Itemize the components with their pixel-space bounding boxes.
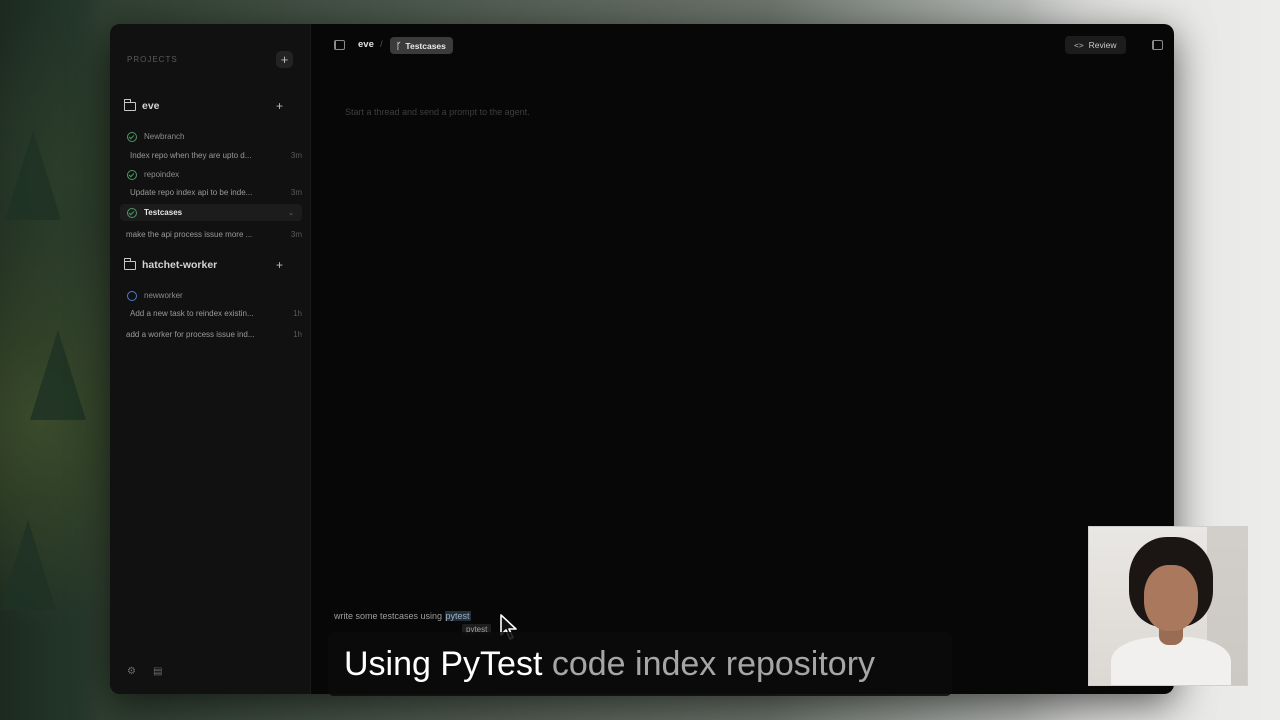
breadcrumb-project[interactable]: eve	[358, 39, 374, 50]
branch-name: Newbranch	[144, 132, 185, 141]
toggle-sidebar-icon[interactable]	[334, 40, 345, 50]
toggle-panel-icon[interactable]	[1152, 40, 1163, 50]
thread-time: 3m	[290, 230, 302, 239]
thread-title: Update repo index api to be inde...	[130, 188, 253, 197]
branch-item-repoindex[interactable]: repoindex	[120, 166, 302, 183]
add-branch-button[interactable]: +	[276, 258, 283, 272]
background-tree	[30, 330, 86, 420]
breadcrumb-branch-tag[interactable]: ᚴ Testcases	[390, 37, 453, 54]
thread-item[interactable]: Add a new task to reindex existin... 1h	[130, 309, 302, 318]
thread-time: 1h	[293, 330, 302, 339]
chevron-down-icon[interactable]: ⌄	[288, 209, 294, 217]
empty-thread-message: Start a thread and send a prompt to the …	[345, 107, 530, 117]
thread-title: make the api process issue more ...	[126, 230, 253, 239]
prompt-input[interactable]: write some testcases using pytest	[334, 611, 471, 621]
thread-item[interactable]: Update repo index api to be inde... 3m	[130, 188, 302, 197]
thread-item[interactable]: make the api process issue more ... 3m	[126, 230, 302, 239]
code-icon: <>	[1074, 40, 1084, 50]
check-circle-icon	[127, 131, 137, 142]
branch-tag-label: Testcases	[405, 40, 446, 51]
review-button[interactable]: <> Review	[1065, 36, 1126, 54]
thread-item[interactable]: add a worker for process issue ind... 1h	[126, 330, 302, 339]
thread-time: 3m	[290, 188, 302, 197]
thread-title: Add a new task to reindex existin...	[130, 309, 254, 318]
thread-item[interactable]: Index repo when they are upto d... 3m	[130, 151, 302, 160]
caption-rest: code index repository	[542, 644, 876, 683]
folder-icon	[123, 257, 136, 270]
project-name: eve	[142, 100, 160, 112]
branch-name: Testcases	[144, 208, 183, 217]
project-name: hatchet-worker	[142, 259, 218, 271]
open-circle-icon	[127, 290, 137, 301]
archive-icon[interactable]: ▤	[153, 666, 162, 677]
review-label: Review	[1088, 40, 1117, 50]
video-caption: Using PyTest code index repository	[328, 632, 952, 696]
caption-highlight: Using PyTest	[344, 644, 543, 683]
add-project-button[interactable]: +	[276, 51, 293, 68]
thread-title: Index repo when they are upto d...	[130, 151, 252, 160]
thread-time: 3m	[290, 151, 302, 160]
project-eve[interactable]: eve	[123, 98, 160, 112]
webcam-overlay	[1088, 526, 1248, 686]
folder-icon	[123, 98, 136, 111]
check-circle-icon	[127, 207, 137, 218]
webcam-person-face	[1144, 565, 1198, 631]
branch-item-newworker[interactable]: newworker	[120, 287, 302, 304]
sidebar: PROJECTS + eve + Newbranch Index repo wh…	[110, 24, 311, 694]
project-hatchet-worker[interactable]: hatchet-worker	[123, 257, 218, 271]
app-window: PROJECTS + eve + Newbranch Index repo wh…	[110, 24, 1174, 694]
projects-header: PROJECTS	[127, 55, 178, 64]
thread-time: 1h	[293, 309, 302, 318]
git-branch-icon: ᚴ	[396, 40, 402, 51]
check-circle-icon	[127, 169, 137, 180]
prompt-text: write some testcases using	[334, 611, 445, 621]
top-bar: eve / ᚴ Testcases <> Review	[311, 24, 1174, 66]
branch-name: newworker	[144, 291, 183, 300]
branch-item-testcases[interactable]: Testcases ⌄	[120, 204, 302, 221]
background-tree	[0, 520, 56, 610]
settings-icon[interactable]: ⚙	[127, 666, 136, 677]
branch-item-newbranch[interactable]: Newbranch	[120, 128, 302, 145]
breadcrumb-separator: /	[380, 39, 383, 50]
prompt-highlight: pytest	[444, 611, 471, 621]
background-tree	[5, 130, 61, 220]
thread-title: add a worker for process issue ind...	[126, 330, 255, 339]
branch-name: repoindex	[144, 170, 180, 179]
add-branch-button[interactable]: +	[276, 99, 283, 113]
